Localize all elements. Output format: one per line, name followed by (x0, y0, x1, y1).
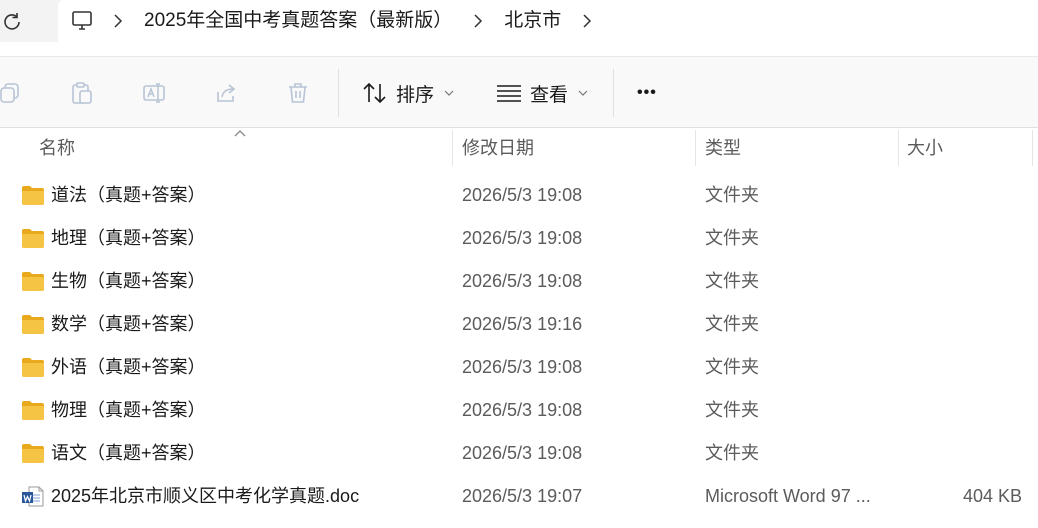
rename-icon[interactable] (140, 79, 168, 107)
file-name: 物理（真题+答案） (51, 400, 206, 420)
file-row[interactable]: 外语（真题+答案） 2026/5/3 19:08 文件夹 (0, 346, 1038, 389)
file-row[interactable]: 生物（真题+答案） 2026/5/3 19:08 文件夹 (0, 260, 1038, 303)
sort-label: 排序 (396, 84, 435, 106)
sort-icon (363, 82, 386, 104)
paste-icon[interactable] (68, 79, 96, 107)
sort-ascending-icon (234, 130, 246, 137)
column-header-size[interactable]: 大小 (907, 128, 943, 168)
column-header-row: 名称 修改日期 类型 大小 (0, 128, 1038, 168)
file-type: 文件夹 (705, 314, 759, 334)
view-button[interactable]: 查看 (496, 75, 588, 111)
file-row[interactable]: 物理（真题+答案） 2026/5/3 19:08 文件夹 (0, 389, 1038, 432)
file-name: 生物（真题+答案） (51, 271, 206, 291)
file-modified: 2026/5/3 19:08 (462, 228, 583, 248)
column-header-type[interactable]: 类型 (705, 128, 741, 168)
chevron-right-icon[interactable] (575, 0, 599, 42)
file-modified: 2026/5/3 19:08 (462, 271, 583, 291)
file-modified: 2026/5/3 19:08 (462, 400, 583, 420)
file-row[interactable]: 地理（真题+答案） 2026/5/3 19:08 文件夹 (0, 217, 1038, 260)
file-row[interactable]: 数学（真题+答案） 2026/5/3 19:16 文件夹 (0, 303, 1038, 346)
breadcrumb-item-folder[interactable]: 2025年全国中考真题答案（最新版） (130, 0, 466, 42)
toolbar-divider (613, 69, 614, 117)
file-modified: 2026/5/3 19:08 (462, 357, 583, 377)
delete-icon[interactable] (284, 79, 312, 107)
file-type: Microsoft Word 97 ... (705, 486, 871, 506)
column-divider[interactable] (1032, 130, 1033, 166)
more-options-button[interactable]: ••• (637, 75, 657, 111)
file-name: 语文（真题+答案） (51, 443, 206, 463)
file-type: 文件夹 (705, 443, 759, 463)
folder-icon (22, 358, 44, 377)
word-doc-icon (22, 486, 44, 507)
folder-icon (22, 444, 44, 463)
file-type: 文件夹 (705, 185, 759, 205)
column-header-name[interactable]: 名称 (39, 128, 75, 168)
column-divider[interactable] (695, 130, 696, 166)
column-header-modified[interactable]: 修改日期 (462, 128, 534, 168)
file-type: 文件夹 (705, 400, 759, 420)
folder-icon (22, 229, 44, 248)
folder-icon (22, 272, 44, 291)
file-name: 数学（真题+答案） (51, 314, 206, 334)
folder-icon (22, 315, 44, 334)
breadcrumb[interactable]: 2025年全国中考真题答案（最新版） 北京市 (58, 0, 1038, 42)
chevron-down-icon (444, 90, 454, 96)
column-divider[interactable] (898, 130, 899, 166)
chevron-right-icon[interactable] (466, 0, 490, 42)
command-bar: 排序 查看 ••• (0, 56, 1038, 128)
file-name: 道法（真题+答案） (51, 185, 206, 205)
view-label: 查看 (530, 84, 569, 106)
file-modified: 2026/5/3 19:16 (462, 314, 583, 334)
column-divider[interactable] (452, 130, 453, 166)
chevron-down-icon (578, 90, 588, 96)
file-type: 文件夹 (705, 357, 759, 377)
file-type: 文件夹 (705, 228, 759, 248)
folder-icon (22, 186, 44, 205)
address-bar: 2025年全国中考真题答案（最新版） 北京市 (0, 0, 1038, 42)
file-row[interactable]: 2025年北京市顺义区中考化学真题.doc 2026/5/3 19:07 Mic… (0, 475, 1038, 518)
view-list-icon (497, 85, 521, 102)
file-name: 2025年北京市顺义区中考化学真题.doc (51, 486, 360, 506)
this-pc-icon[interactable] (58, 0, 106, 42)
copy-icon[interactable] (0, 79, 24, 107)
sort-button[interactable]: 排序 (362, 75, 454, 111)
file-row[interactable]: 语文（真题+答案） 2026/5/3 19:08 文件夹 (0, 432, 1038, 475)
share-icon[interactable] (212, 79, 240, 107)
file-name: 地理（真题+答案） (51, 228, 206, 248)
file-name: 外语（真题+答案） (51, 357, 206, 377)
file-modified: 2026/5/3 19:07 (462, 486, 583, 506)
toolbar-divider (338, 69, 339, 117)
file-row[interactable]: 道法（真题+答案） 2026/5/3 19:08 文件夹 (0, 174, 1038, 217)
file-modified: 2026/5/3 19:08 (462, 443, 583, 463)
file-type: 文件夹 (705, 271, 759, 291)
chevron-right-icon[interactable] (106, 0, 130, 42)
folder-icon (22, 401, 44, 420)
breadcrumb-item-current[interactable]: 北京市 (490, 0, 575, 42)
refresh-icon[interactable] (0, 9, 24, 33)
file-size: 404 KB (962, 486, 1022, 506)
file-modified: 2026/5/3 19:08 (462, 185, 583, 205)
